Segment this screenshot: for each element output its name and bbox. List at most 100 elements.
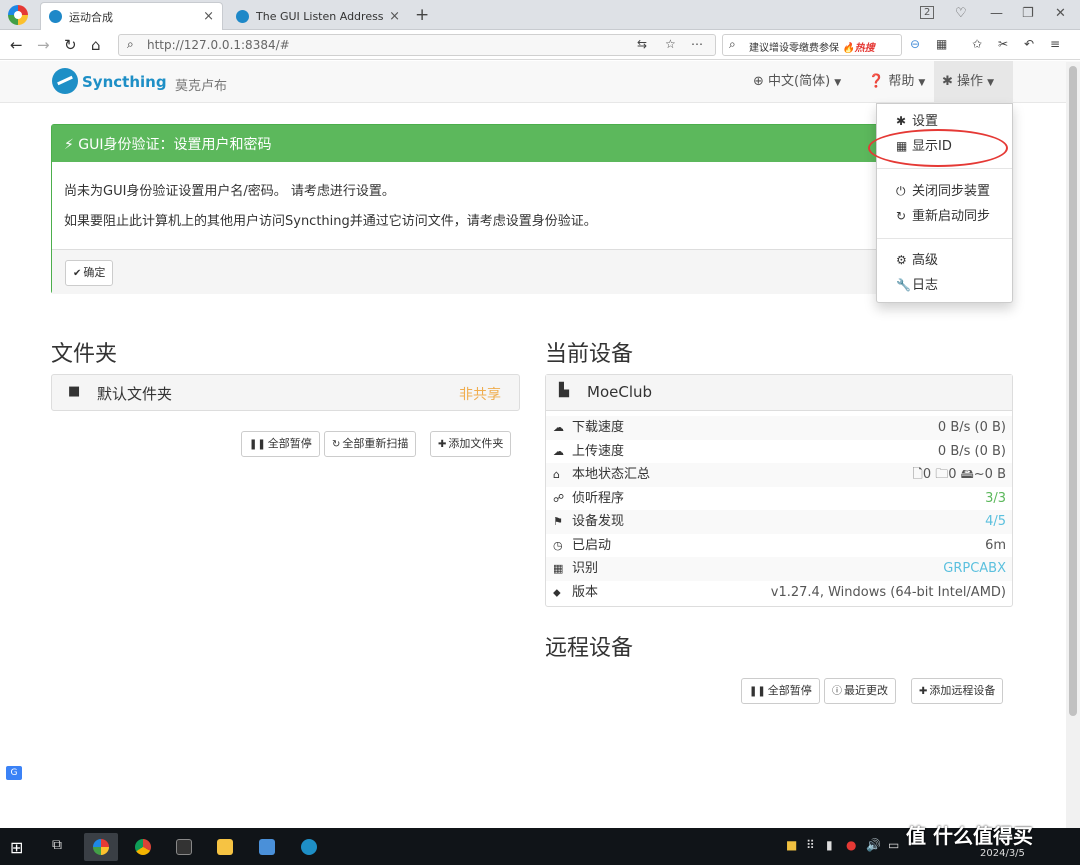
menu-item-restart[interactable]: ↻ 重新启动同步 bbox=[877, 205, 1012, 227]
stat-label: 版本 bbox=[572, 584, 599, 600]
skin-icon[interactable]: ♡ bbox=[955, 6, 967, 21]
browser-tab-active[interactable]: 运动合成 × bbox=[40, 2, 223, 30]
screenshot-icon[interactable]: ✂ bbox=[998, 37, 1008, 51]
search-icon: ⌕ bbox=[127, 37, 134, 51]
info-icon: ⓘ bbox=[832, 686, 842, 697]
undo-icon[interactable]: ↶ bbox=[1024, 37, 1034, 51]
taskbar-browser-app[interactable] bbox=[84, 833, 118, 861]
extension-icon[interactable]: ⊖ bbox=[910, 37, 920, 51]
windows-start-icon[interactable]: ⊞ bbox=[10, 838, 23, 857]
pause-all-folders-button[interactable]: ❚❚ 全部暂停 bbox=[241, 431, 320, 457]
help-menu[interactable]: ❓ 帮助 ▼ bbox=[860, 61, 933, 103]
search-field[interactable]: ⌕ 建议增设零缴费参保 🔥热搜 bbox=[722, 34, 902, 56]
button-label: 全部重新扫描 bbox=[342, 437, 409, 450]
stat-value[interactable]: 3/3 bbox=[985, 487, 1006, 510]
cloud-download-icon: ☁ bbox=[553, 421, 564, 434]
file-explorer-icon bbox=[217, 839, 233, 855]
star-icon[interactable]: ☆ bbox=[665, 37, 676, 51]
tray-battery-icon[interactable]: ▮ bbox=[826, 838, 833, 852]
task-view-icon[interactable]: ⧉ bbox=[52, 837, 62, 853]
syncthing-favicon-icon bbox=[49, 10, 62, 23]
taskbar-syncthing-app[interactable] bbox=[292, 833, 326, 861]
page-scrollbar[interactable] bbox=[1066, 62, 1080, 828]
tray-grid-icon[interactable]: ⠿ bbox=[806, 838, 815, 852]
tray-app-icon[interactable]: ■ bbox=[786, 838, 797, 852]
reload-button[interactable]: ↻ bbox=[64, 36, 77, 54]
plus-icon: ✚ bbox=[919, 686, 928, 697]
syncthing-app-icon bbox=[301, 839, 317, 855]
menu-item-advanced[interactable]: ⚙ 高级 bbox=[877, 249, 1012, 271]
menu-divider bbox=[877, 238, 1012, 239]
tray-security-icon[interactable]: ● bbox=[846, 838, 856, 852]
tab-close-icon[interactable]: × bbox=[203, 9, 214, 24]
apps-grid-icon[interactable]: ▦ bbox=[936, 37, 947, 51]
volume-icon[interactable]: 🔊 bbox=[866, 838, 881, 852]
button-label: 最近更改 bbox=[844, 684, 888, 697]
language-menu[interactable]: ⊕ 中文(简体) ▼ bbox=[745, 61, 849, 103]
taskbar-explorer-app[interactable] bbox=[208, 833, 242, 861]
browser-app-icon bbox=[93, 839, 109, 855]
taskbar-date: 2024/3/5 bbox=[980, 848, 1025, 859]
taskbar-books-app[interactable] bbox=[250, 833, 284, 861]
add-folder-button[interactable]: ✚ 添加文件夹 bbox=[430, 431, 512, 457]
browser-logo-icon[interactable] bbox=[8, 5, 28, 25]
maximize-button[interactable]: ❐ bbox=[1022, 6, 1034, 21]
syncthing-logo-icon[interactable] bbox=[52, 68, 78, 94]
tab-close-icon[interactable]: × bbox=[389, 9, 400, 24]
this-device-header[interactable]: ▙ MoeClub bbox=[546, 375, 1012, 411]
stat-row-identification: ▦ 识别 GRPCABX bbox=[546, 557, 1012, 581]
stat-row-version: ⬥ 版本 v1.27.4, Windows (64-bit Intel/AMD) bbox=[546, 581, 1012, 605]
url-text: http://127.0.0.1:8384/# bbox=[147, 38, 290, 52]
new-tab-button[interactable]: + bbox=[415, 5, 429, 25]
pause-icon: ❚❚ bbox=[249, 439, 266, 450]
tab-count-icon[interactable]: 2 bbox=[920, 6, 935, 19]
recent-changes-button[interactable]: ⓘ 最近更改 bbox=[824, 678, 896, 704]
menu-item-show-id[interactable]: ▦ 显示ID bbox=[877, 135, 1012, 157]
stat-value[interactable]: GRPCABX bbox=[943, 557, 1006, 580]
add-remote-device-button[interactable]: ✚ 添加远程设备 bbox=[911, 678, 1004, 704]
rescan-all-button[interactable]: ↻ 全部重新扫描 bbox=[324, 431, 417, 457]
clock-icon: ◷ bbox=[553, 538, 563, 552]
stat-value[interactable]: 4/5 bbox=[985, 510, 1006, 533]
pause-all-devices-button[interactable]: ❚❚ 全部暂停 bbox=[741, 678, 820, 704]
back-button[interactable]: ← bbox=[10, 36, 23, 54]
browser-tab[interactable]: The GUI Listen Address — × bbox=[228, 2, 408, 30]
stat-label: 已启动 bbox=[572, 537, 612, 553]
stat-row-discovery: ⚑ 设备发现 4/5 bbox=[546, 510, 1012, 534]
taskbar-chrome-app[interactable] bbox=[126, 833, 160, 861]
menu-item-label: 高级 bbox=[912, 253, 939, 268]
url-input[interactable]: ⌕ http://127.0.0.1:8384/# ⇆ ☆ ⋯ bbox=[118, 34, 716, 56]
menu-item-logs[interactable]: 🔧日志 bbox=[877, 274, 1012, 296]
more-icon[interactable]: ⋯ bbox=[691, 37, 703, 51]
menu-item-settings[interactable]: ✱ 设置 bbox=[877, 110, 1012, 132]
language-label: 中文(简体) bbox=[768, 74, 831, 89]
this-device-title: 当前设备 bbox=[545, 342, 634, 367]
app-navbar: Syncthing 莫克卢布 ⊕ 中文(简体) ▼ ❓ 帮助 ▼ ✱ 操作 ▼ bbox=[0, 61, 1080, 103]
forward-button[interactable]: → bbox=[37, 36, 50, 54]
minimize-button[interactable]: — bbox=[990, 6, 1003, 21]
brand-name[interactable]: Syncthing bbox=[82, 73, 167, 91]
pause-icon: ❚❚ bbox=[749, 686, 766, 697]
actions-menu[interactable]: ✱ 操作 ▼ bbox=[934, 61, 1013, 103]
menu-icon[interactable]: ≡ bbox=[1050, 37, 1060, 51]
home-button[interactable]: ⌂ bbox=[91, 36, 101, 54]
favorites-icon[interactable]: ✩ bbox=[972, 37, 982, 51]
taskbar-terminal-app[interactable] bbox=[167, 833, 201, 861]
translate-float-icon[interactable]: G bbox=[6, 766, 22, 780]
question-icon: ❓ bbox=[868, 74, 885, 89]
folder-row[interactable]: ■ 默认文件夹 非共享 bbox=[51, 374, 520, 411]
folder-name: 默认文件夹 bbox=[97, 385, 173, 403]
close-window-button[interactable]: ✕ bbox=[1055, 6, 1066, 21]
alert-body: 尚未为GUI身份验证设置用户名/密码。 请考虑进行设置。 如果要阻止此计算机上的… bbox=[64, 177, 597, 237]
ok-button[interactable]: ✔ 确定 bbox=[65, 260, 114, 286]
network-icon[interactable]: ▭ bbox=[888, 838, 899, 852]
menu-item-label: 设置 bbox=[912, 114, 939, 129]
scrollbar-thumb[interactable] bbox=[1069, 66, 1077, 716]
watermark-logo: 值 什么值得买 bbox=[906, 824, 1033, 848]
device-name-label: 莫克卢布 bbox=[175, 79, 228, 94]
translate-icon[interactable]: ⇆ bbox=[637, 37, 647, 51]
stat-value: 0 B/s (0 B) bbox=[937, 420, 1006, 435]
menu-item-shutdown[interactable]: ⏻ 关闭同步装置 bbox=[877, 180, 1012, 202]
alert-line-2: 如果要阻止此计算机上的其他用户访问Syncthing并通过它访问文件，请考虑设置… bbox=[64, 214, 597, 229]
address-bar-row: ← → ↻ ⌂ ⌕ http://127.0.0.1:8384/# ⇆ ☆ ⋯ … bbox=[0, 30, 1080, 60]
